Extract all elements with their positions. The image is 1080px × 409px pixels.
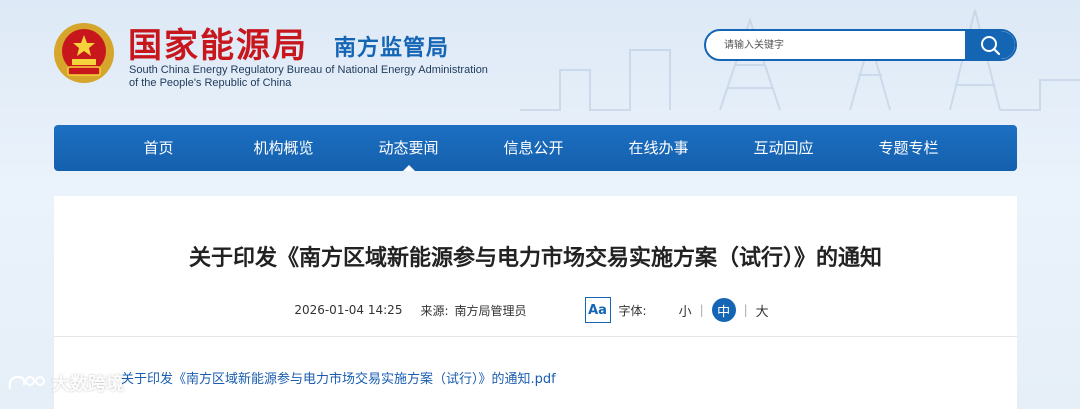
site-title-english: South China Energy Regulatory Bureau of … <box>129 64 549 90</box>
article-panel: 关于印发《南方区域新能源参与电力市场交易实施方案（试行）》的通知 2026-01… <box>54 196 1017 409</box>
main-navigation: 首页 机构概览 动态要闻 信息公开 在线办事 互动回应 专题专栏 <box>54 125 1017 171</box>
site-header: 国家能源局 南方监管局 South China Energy Regulator… <box>0 0 1080 120</box>
search-button[interactable] <box>965 31 1015 59</box>
site-title-english-line1: South China Energy Regulatory Bureau of … <box>129 64 488 76</box>
nav-item-disclosure[interactable]: 信息公开 <box>471 125 596 171</box>
site-title: 国家能源局 <box>128 26 308 66</box>
font-size-icon: Aa <box>584 297 611 323</box>
separator: | <box>699 303 704 317</box>
nav-item-special-topics[interactable]: 专题专栏 <box>846 125 971 171</box>
attachment-pdf-link[interactable]: 关于印发《南方区域新能源参与电力市场交易实施方案（试行）》的通知.pdf <box>121 368 556 387</box>
article-meta: 2026-01-04 14:25 来源: 南方局管理员 Aa 字体: 小 | 中… <box>54 296 1017 324</box>
watermark-logo-icon <box>8 375 45 390</box>
search-icon <box>981 36 1001 56</box>
font-size-small-button[interactable]: 小 <box>671 301 700 320</box>
divider <box>54 336 1017 337</box>
article-title: 关于印发《南方区域新能源参与电力市场交易实施方案（试行）》的通知 <box>188 246 882 271</box>
search-input[interactable] <box>706 31 965 59</box>
site-subtitle: 南方监管局 <box>334 36 450 61</box>
nav-item-home[interactable]: 首页 <box>96 125 221 171</box>
nav-item-overview[interactable]: 机构概览 <box>221 125 346 171</box>
search-box <box>704 29 1017 61</box>
source-label: 来源: <box>420 303 449 318</box>
nav-item-interaction[interactable]: 互动回应 <box>721 125 846 171</box>
watermark: 大数跨境 <box>6 370 124 396</box>
font-size-label: 字体: <box>618 303 647 318</box>
nav-item-online-services[interactable]: 在线办事 <box>596 125 721 171</box>
national-emblem-icon <box>54 23 114 83</box>
font-size-medium-button[interactable]: 中 <box>711 298 736 322</box>
nav-item-news[interactable]: 动态要闻 <box>346 125 471 171</box>
watermark-text: 大数跨境 <box>52 374 124 395</box>
site-title-english-line2: of the People's Republic of China <box>129 77 292 89</box>
font-size-large-button[interactable]: 大 <box>748 301 777 320</box>
source-value: 南方局管理员 <box>454 303 527 318</box>
publish-date: 2026-01-04 14:25 <box>294 303 403 317</box>
